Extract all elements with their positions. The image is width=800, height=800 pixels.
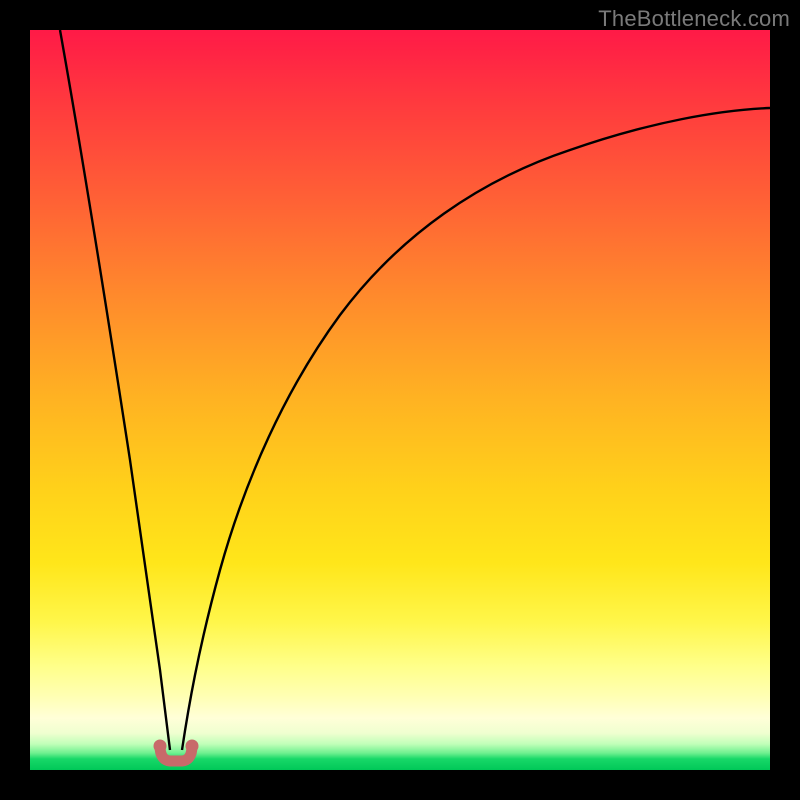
valley-marker-dot-left <box>154 740 167 753</box>
curve-left-branch <box>60 30 170 750</box>
bottleneck-curve <box>30 30 770 770</box>
curve-right-branch <box>182 108 770 750</box>
chart-frame: TheBottleneck.com <box>0 0 800 800</box>
valley-marker-dot-right <box>186 740 199 753</box>
watermark-text: TheBottleneck.com <box>598 6 790 32</box>
plot-area <box>30 30 770 770</box>
